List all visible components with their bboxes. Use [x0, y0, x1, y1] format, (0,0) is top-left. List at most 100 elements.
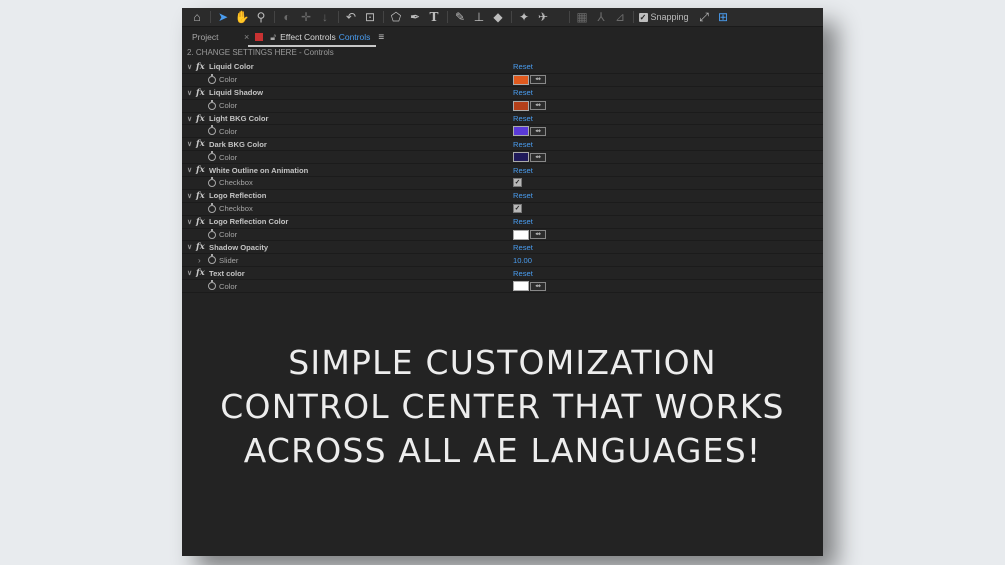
effect-controls-window: ⌂ ➤ ✋ ⚲ ◐ ✛ ↓ ↶ ⊡ ⬠ ✒ T ✎ ⊥ ◆ ✦ ✈ ▦ ⅄ ⊿ …: [182, 8, 823, 556]
stopwatch-icon[interactable]: [208, 280, 216, 291]
chevron-right-icon[interactable]: ›: [198, 256, 201, 265]
property-row: Color ⇴: [182, 280, 823, 294]
chevron-down-icon[interactable]: ∨: [187, 243, 192, 251]
dolly-icon[interactable]: ↓: [316, 9, 334, 25]
color-swatch[interactable]: [513, 126, 529, 137]
stopwatch-icon[interactable]: [208, 176, 216, 187]
reset-link[interactable]: Reset: [513, 62, 533, 71]
eyedropper-icon[interactable]: ⇴: [530, 126, 546, 136]
toolbar-divider: [382, 11, 384, 23]
align-icon[interactable]: ▦: [573, 9, 591, 25]
effect-row[interactable]: ∨ fx Liquid Color Reset: [182, 61, 823, 74]
slider-value[interactable]: 10.00: [513, 256, 532, 265]
effect-row[interactable]: ∨ fx Logo Reflection Reset: [182, 190, 823, 203]
tab-project[interactable]: Project: [192, 32, 244, 42]
snap-features-icon[interactable]: ⊞: [714, 9, 732, 25]
panel-tabs: Project × 🔓︎ Effect Controls Controls ≡: [182, 28, 823, 46]
lock-icon[interactable]: 🔓︎: [270, 32, 276, 43]
stopwatch-icon[interactable]: [208, 125, 216, 136]
reset-link[interactable]: Reset: [513, 166, 533, 175]
eyedropper-icon[interactable]: ⇴: [530, 281, 546, 291]
effect-name: White Outline on Animation: [209, 165, 309, 175]
color-swatch[interactable]: [513, 100, 529, 111]
effect-row[interactable]: ∨ fx Light BKG Color Reset: [182, 113, 823, 126]
clone-stamp-icon[interactable]: ⊥: [470, 9, 488, 25]
fx-icon[interactable]: fx: [196, 114, 205, 124]
color-swatch[interactable]: [513, 152, 529, 163]
stopwatch-icon[interactable]: [208, 99, 216, 110]
fx-icon[interactable]: fx: [196, 242, 205, 252]
eyedropper-icon[interactable]: ⇴: [530, 75, 546, 85]
effect-row[interactable]: ∨ fx Dark BKG Color Reset: [182, 138, 823, 152]
eyedropper-icon[interactable]: ⇴: [530, 230, 546, 240]
property-row: Checkbox ✓: [182, 202, 823, 216]
world-axis-icon[interactable]: ⊿: [611, 9, 629, 25]
brush-icon[interactable]: ✎: [451, 9, 469, 25]
chevron-down-icon[interactable]: ∨: [187, 115, 192, 123]
chevron-down-icon[interactable]: ∨: [187, 166, 192, 174]
reset-link[interactable]: Reset: [513, 243, 533, 252]
zoom-icon[interactable]: ⚲: [252, 9, 270, 25]
stopwatch-icon[interactable]: [208, 73, 216, 84]
rotate-icon[interactable]: ↶: [342, 9, 360, 25]
reset-link[interactable]: Reset: [513, 217, 533, 226]
fx-icon[interactable]: fx: [196, 165, 205, 175]
fx-icon[interactable]: fx: [196, 191, 205, 201]
chevron-down-icon[interactable]: ∨: [187, 89, 192, 97]
checkbox[interactable]: ✓: [513, 178, 522, 188]
eyedropper-icon[interactable]: ⇴: [530, 152, 546, 162]
fx-icon[interactable]: fx: [196, 62, 205, 72]
close-icon[interactable]: ×: [244, 32, 249, 42]
reset-link[interactable]: Reset: [513, 114, 533, 123]
effect-row[interactable]: ∨ fx Liquid Shadow Reset: [182, 87, 823, 100]
color-swatch[interactable]: [513, 74, 529, 85]
checkbox[interactable]: ✓: [513, 204, 522, 214]
effect-row[interactable]: ∨ fx Text color Reset: [182, 267, 823, 281]
fx-icon[interactable]: fx: [196, 88, 205, 98]
color-swatch[interactable]: [513, 229, 529, 240]
orbit-icon[interactable]: ◐: [278, 9, 296, 25]
effect-row[interactable]: ∨ fx Shadow Opacity Reset: [182, 241, 823, 255]
anchor-icon[interactable]: ⊡: [361, 9, 379, 25]
fx-icon[interactable]: fx: [196, 217, 205, 227]
eyedropper-icon[interactable]: ⇴: [530, 101, 546, 111]
panel-menu-icon[interactable]: ≡: [378, 32, 384, 43]
pen-icon[interactable]: ✒: [406, 9, 424, 25]
reset-link[interactable]: Reset: [513, 269, 533, 278]
effect-name: Logo Reflection Color: [209, 217, 289, 227]
stopwatch-icon[interactable]: [208, 151, 216, 162]
home-icon[interactable]: ⌂: [188, 9, 206, 25]
snapping-checkbox[interactable]: ✓: [638, 12, 648, 22]
tab-layer-name[interactable]: Controls: [339, 32, 371, 42]
layer-title: 2. CHANGE SETTINGS HERE - Controls: [187, 48, 334, 57]
stopwatch-icon[interactable]: [208, 202, 216, 213]
effect-row[interactable]: ∨ fx Logo Reflection Color Reset: [182, 216, 823, 229]
stopwatch-icon[interactable]: [208, 228, 216, 239]
roto-brush-icon[interactable]: ✦: [515, 9, 533, 25]
eraser-icon[interactable]: ◆: [489, 9, 507, 25]
color-swatch[interactable]: [513, 281, 529, 292]
effect-name: Light BKG Color: [209, 114, 269, 123]
axis-icon[interactable]: ⅄: [592, 9, 610, 25]
tab-effect-controls[interactable]: Effect Controls: [280, 32, 336, 42]
snap-edges-icon[interactable]: ⤢: [695, 9, 713, 25]
select-arrow-icon[interactable]: ➤: [214, 9, 232, 25]
stopwatch-icon[interactable]: [208, 254, 216, 265]
reset-link[interactable]: Reset: [513, 88, 533, 97]
puppet-pin-icon[interactable]: ✈: [534, 9, 552, 25]
property-name: Slider: [219, 255, 239, 265]
effect-row[interactable]: ∨ fx White Outline on Animation Reset: [182, 164, 823, 178]
hand-icon[interactable]: ✋: [233, 9, 251, 25]
reset-link[interactable]: Reset: [513, 140, 533, 149]
shape-icon[interactable]: ⬠: [387, 9, 405, 25]
chevron-down-icon[interactable]: ∨: [187, 140, 192, 148]
chevron-down-icon[interactable]: ∨: [187, 63, 192, 71]
chevron-down-icon[interactable]: ∨: [187, 192, 192, 200]
chevron-down-icon[interactable]: ∨: [187, 218, 192, 226]
type-icon[interactable]: T: [425, 9, 443, 25]
reset-link[interactable]: Reset: [513, 191, 533, 200]
pan-behind-icon[interactable]: ✛: [297, 9, 315, 25]
fx-icon[interactable]: fx: [196, 268, 205, 278]
chevron-down-icon[interactable]: ∨: [187, 269, 192, 277]
fx-icon[interactable]: fx: [196, 139, 205, 149]
